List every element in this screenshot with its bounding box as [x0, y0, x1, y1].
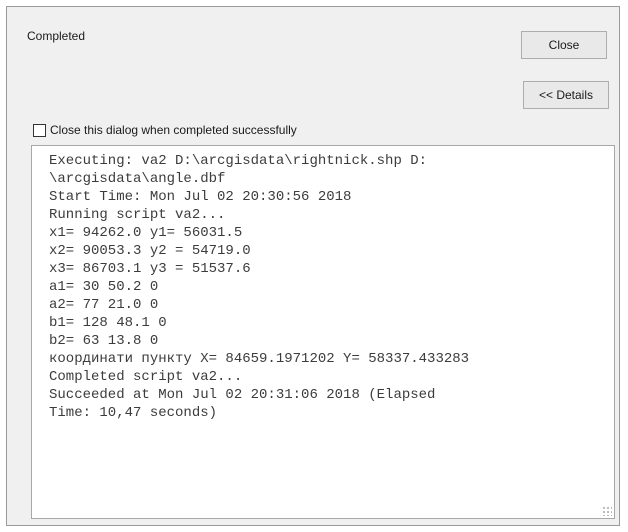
close-when-done-option[interactable]: Close this dialog when completed success…	[33, 123, 297, 137]
message-log[interactable]: Executing: va2 D:\arcgisdata\rightnick.s…	[31, 145, 615, 519]
log-line: a1= 30 50.2 0	[49, 279, 159, 295]
log-line: x1= 94262.0 y1= 56031.5	[49, 225, 243, 241]
log-line: a2= 77 21.0 0	[49, 297, 159, 313]
log-line: Succeeded at Mon Jul 02 20:31:06 2018 (E…	[49, 387, 436, 403]
close-when-done-checkbox[interactable]	[33, 123, 46, 137]
status-text: Completed	[27, 29, 86, 43]
close-when-done-label: Close this dialog when completed success…	[50, 123, 297, 137]
close-button[interactable]: Close	[521, 31, 607, 59]
log-line: x3= 86703.1 y3 = 51537.6	[49, 261, 251, 277]
resize-grip-icon[interactable]	[602, 506, 612, 516]
log-line: b1= 128 48.1 0	[49, 315, 167, 331]
log-line: Executing: va2 D:\arcgisdata\rightnick.s…	[49, 153, 428, 169]
log-line: x2= 90053.3 y2 = 54719.0	[49, 243, 251, 259]
log-line: координати пункту X= 84659.1971202 Y= 58…	[49, 351, 470, 367]
log-line: Start Time: Mon Jul 02 20:30:56 2018	[49, 189, 352, 205]
log-line: b2= 63 13.8 0	[49, 333, 159, 349]
log-line: Time: 10,47 seconds)	[49, 405, 218, 421]
details-toggle-button[interactable]: << Details	[523, 81, 609, 109]
geoprocessing-dialog: Completed Close << Details Close this di…	[6, 6, 620, 526]
log-line: Running script va2...	[49, 207, 226, 223]
log-line: Completed script va2...	[49, 369, 243, 385]
log-line: \arcgisdata\angle.dbf	[49, 171, 226, 187]
